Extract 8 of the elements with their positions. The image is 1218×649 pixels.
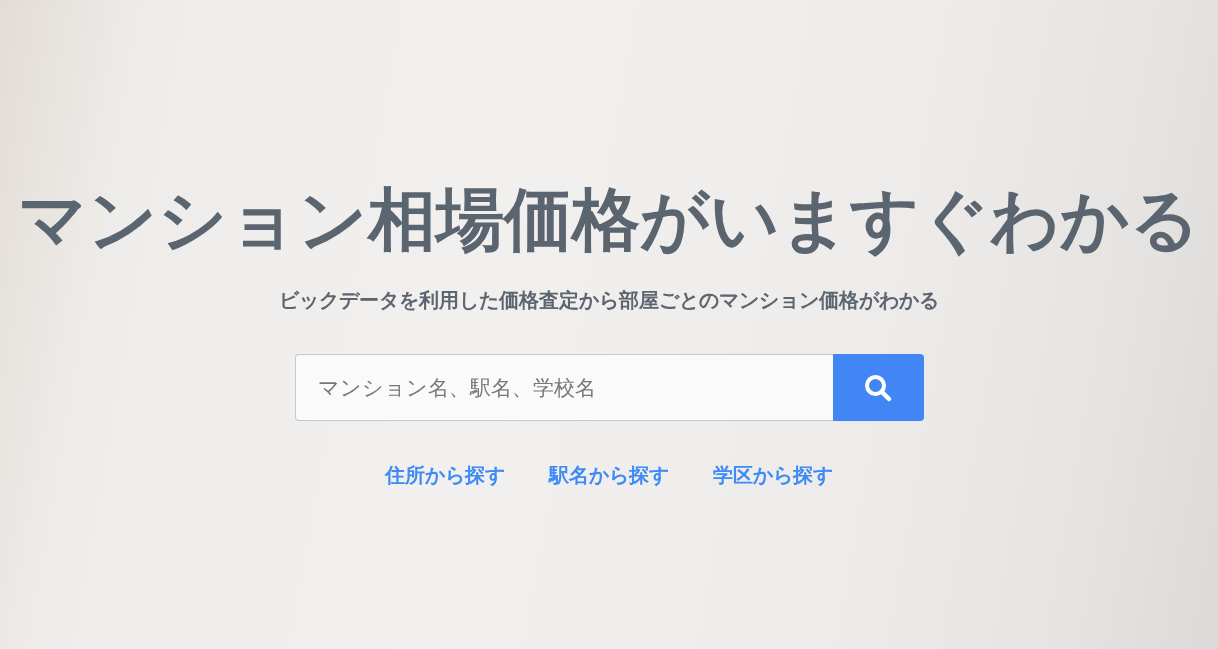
search-icon xyxy=(863,372,893,403)
search-by-link[interactable]: 住所から探す xyxy=(385,461,505,489)
hero-title: マンション相場価格がいますぐわかる xyxy=(18,179,1200,261)
search-field[interactable]: マンション名、駅名、学校名 xyxy=(294,354,833,421)
search-by-link[interactable]: 駅名から探す xyxy=(549,461,669,489)
search-button[interactable] xyxy=(832,354,924,421)
search-by-link[interactable]: 学区から探す xyxy=(713,461,833,489)
hero-subtitle: ビックデータを利用した価格査定から部屋ごとのマンション価格がわかる xyxy=(279,287,939,314)
